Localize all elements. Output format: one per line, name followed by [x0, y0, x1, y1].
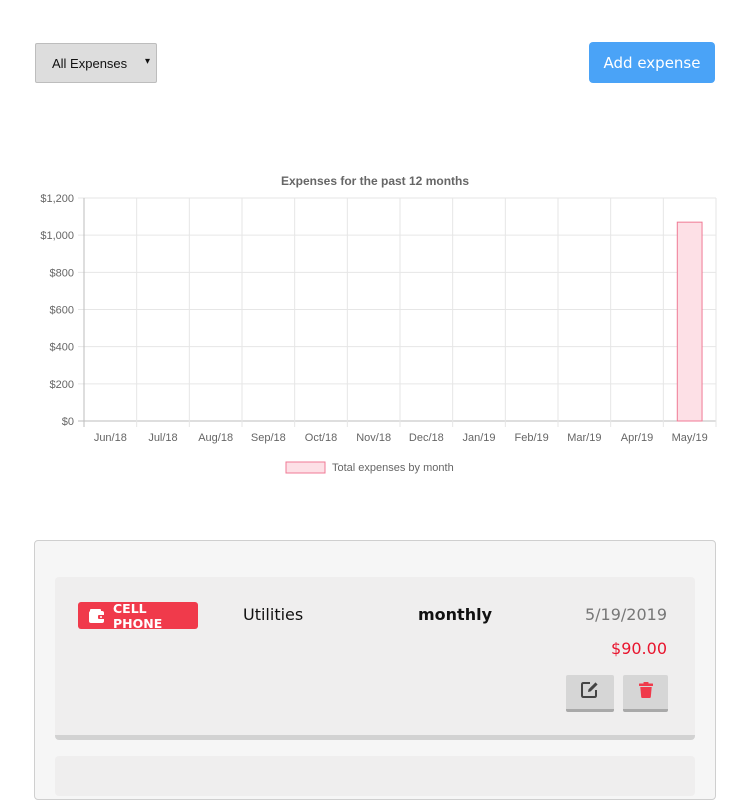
x-tick-label: Jun/18: [94, 432, 127, 444]
x-tick-label: Aug/18: [198, 432, 233, 444]
expense-category: Utilities: [243, 605, 304, 624]
edit-icon: [581, 681, 599, 703]
x-tick-label: Dec/18: [409, 432, 444, 444]
y-tick-label: $1,000: [40, 230, 74, 242]
x-tick-label: Sep/18: [251, 432, 286, 444]
x-tick-label: Mar/19: [567, 432, 601, 444]
y-tick-label: $1,200: [40, 193, 74, 205]
x-tick-label: Oct/18: [305, 432, 337, 444]
y-tick-label: $600: [50, 305, 74, 317]
expense-card: [55, 756, 695, 796]
category-badge: CELL PHONE: [78, 600, 198, 631]
legend-swatch: [285, 461, 326, 474]
y-tick-label: $400: [50, 342, 74, 354]
edit-expense-button[interactable]: [566, 675, 614, 712]
y-tick-label: $800: [50, 267, 74, 279]
expense-filter-select[interactable]: All Expenses ▾: [35, 43, 157, 83]
expenses-bar-chart: Expenses for the past 12 months $0 $200 $40…: [40, 174, 717, 474]
x-tick-label: Apr/19: [621, 432, 653, 444]
expense-date: 5/19/2019: [584, 605, 667, 624]
expense-filter-value: All Expenses: [52, 56, 128, 71]
expense-card: CELL PHONE Utilities monthly 5/19/2019 $…: [55, 577, 695, 740]
x-tick-label: Jan/19: [462, 432, 495, 444]
legend-label: Total expenses by month: [332, 462, 454, 474]
add-expense-button[interactable]: Add expense: [589, 42, 715, 83]
chevron-down-icon: ▾: [145, 56, 151, 67]
wallet-icon: [89, 608, 105, 623]
category-badge-label: CELL PHONE: [113, 600, 163, 631]
trash-icon: [638, 681, 653, 703]
x-tick-label: Feb/19: [515, 432, 549, 444]
x-tick-label: May/19: [672, 432, 708, 444]
chart-title: Expenses for the past 12 months: [281, 174, 469, 188]
delete-expense-button[interactable]: [623, 675, 668, 712]
x-tick-label: Jul/18: [148, 432, 177, 444]
chart-bar: [676, 221, 703, 422]
y-tick-label: $200: [50, 379, 74, 391]
expense-frequency: monthly: [418, 605, 493, 624]
expense-amount: $90.00: [611, 639, 667, 658]
y-tick-label: $0: [62, 416, 74, 428]
x-tick-label: Nov/18: [356, 432, 391, 444]
